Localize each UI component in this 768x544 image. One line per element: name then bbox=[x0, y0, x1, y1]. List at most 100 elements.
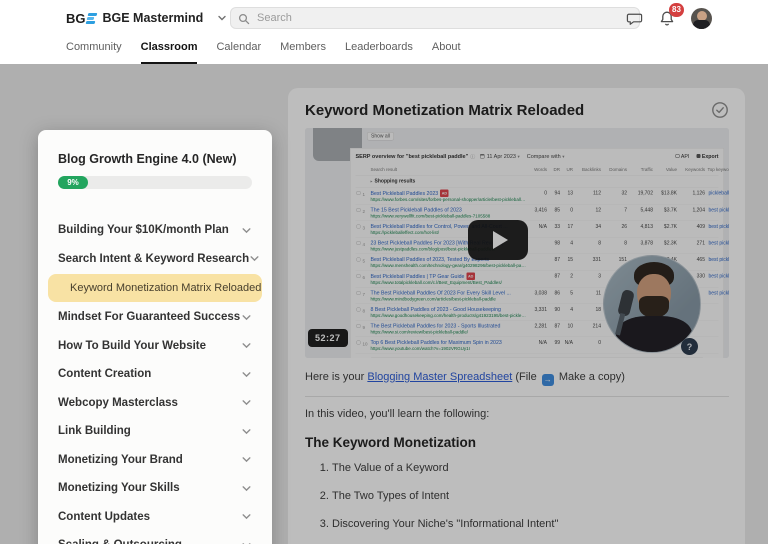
course-section-row[interactable]: Link Building bbox=[58, 417, 252, 446]
arrow-right-icon: → bbox=[541, 373, 554, 386]
video-player[interactable]: Show all SERP overview for "best pickleb… bbox=[305, 128, 729, 358]
serp-header: SERP overview for "best pickleball paddl… bbox=[355, 153, 719, 161]
serp-column-headers: Search result Words DR UR Backlinks Doma… bbox=[355, 165, 729, 176]
calendar-icon bbox=[480, 154, 485, 159]
course-sections: Building Your $10K/month Plan Search Int… bbox=[48, 216, 262, 544]
course-sidebar: Blog Growth Engine 4.0 (New) 9% Building… bbox=[38, 130, 272, 544]
intro-line: In this video, you'll learn the followin… bbox=[305, 407, 490, 420]
api-icon bbox=[675, 153, 680, 158]
bge-logo: BG bbox=[66, 11, 97, 26]
api-button: API bbox=[675, 153, 689, 159]
course-section-row[interactable]: Webcopy Masterclass bbox=[58, 389, 252, 418]
ad-badge: AD bbox=[466, 272, 475, 280]
row-checkbox bbox=[356, 208, 361, 212]
course-section-row[interactable]: Building Your $10K/month Plan bbox=[58, 216, 252, 245]
chevron-down-icon bbox=[241, 225, 252, 236]
course-section-row[interactable]: Monetizing Your Skills bbox=[58, 474, 252, 503]
course-section-row[interactable]: Search Intent & Keyword Research bbox=[58, 245, 259, 274]
row-checkbox bbox=[356, 224, 361, 229]
top-bar: BG BGE Mastermind 83 bbox=[0, 0, 768, 36]
chevron-down-icon bbox=[241, 340, 252, 351]
check-circle-icon bbox=[712, 102, 728, 118]
search-icon bbox=[238, 12, 250, 30]
notifications-button[interactable]: 83 bbox=[659, 2, 684, 27]
chevron-down-icon bbox=[249, 253, 260, 264]
lesson-title: Keyword Monetization Matrix Reloaded bbox=[305, 101, 585, 119]
course-progress-bar: 9% bbox=[58, 176, 252, 189]
chat-bubble-icon bbox=[626, 13, 643, 25]
content-area: Keyword Monetization Matrix Reloaded Sho… bbox=[0, 64, 768, 544]
chevron-down-icon bbox=[241, 426, 252, 437]
learning-point: The Value of a Keyword bbox=[332, 462, 729, 474]
chevron-down-icon bbox=[217, 13, 227, 23]
row-checkbox bbox=[356, 291, 361, 295]
serp-result-row: 4 23 Best Pickleball Paddles For 2023 [W… bbox=[355, 238, 729, 254]
nav-tab[interactable]: Community bbox=[66, 41, 122, 64]
learning-point: Discovering Your Niche's "Informational … bbox=[332, 518, 729, 530]
show-all-chip: Show all bbox=[367, 132, 394, 141]
lesson-header: Keyword Monetization Matrix Reloaded bbox=[305, 101, 729, 119]
export-button: Export bbox=[696, 153, 719, 159]
ad-badge: AD bbox=[440, 189, 449, 197]
serp-group-row: ▸ Shopping results bbox=[355, 176, 719, 188]
row-checkbox bbox=[356, 241, 361, 245]
messages-button[interactable] bbox=[626, 10, 643, 27]
course-section-row[interactable]: Mindset For Guaranteed Success bbox=[58, 303, 252, 332]
serp-compare: Compare with ▾ bbox=[526, 153, 565, 160]
row-checkbox bbox=[356, 340, 361, 345]
user-avatar[interactable] bbox=[691, 7, 712, 29]
community-switcher[interactable]: BG BGE Mastermind bbox=[66, 11, 227, 26]
mark-complete-button[interactable] bbox=[711, 101, 729, 119]
row-checkbox bbox=[356, 257, 361, 262]
serp-actions: API Export bbox=[675, 153, 719, 159]
chevron-down-icon bbox=[241, 454, 252, 465]
nav-tab[interactable]: Members bbox=[280, 41, 326, 64]
divider bbox=[305, 395, 729, 397]
serp-title: SERP overview for "best pickleball paddl… bbox=[355, 153, 469, 160]
course-section-row[interactable]: How To Build Your Website bbox=[58, 332, 252, 361]
serp-date: 11 Apr 2023 ▾ bbox=[486, 153, 520, 160]
nav-tab[interactable]: Classroom bbox=[140, 41, 198, 64]
cropped-row-placeholder bbox=[370, 357, 704, 358]
logo-bars-icon bbox=[85, 12, 97, 24]
chevron-down-icon bbox=[241, 483, 252, 494]
info-icon: ⓘ bbox=[470, 154, 476, 161]
chevron-down-icon bbox=[241, 511, 252, 522]
serp-result-row: 2 The 15 Best Pickleball Paddles of 2023… bbox=[355, 205, 729, 221]
presenter-beard bbox=[639, 296, 669, 318]
nav-tab[interactable]: About bbox=[432, 41, 461, 64]
row-checkbox bbox=[356, 274, 361, 278]
lesson-card: Keyword Monetization Matrix Reloaded Sho… bbox=[288, 88, 745, 544]
community-name: BGE Mastermind bbox=[102, 11, 204, 25]
spreadsheet-link[interactable]: Blogging Master Spreadsheet bbox=[367, 371, 512, 383]
nav-tab[interactable]: Calendar bbox=[216, 41, 261, 64]
video-duration: 52:27 bbox=[308, 329, 348, 347]
learning-points-list: The Value of a Keyword The Two Types of … bbox=[305, 462, 729, 544]
course-title: Blog Growth Engine 4.0 (New) bbox=[58, 152, 237, 166]
microphone bbox=[617, 288, 635, 318]
search-input[interactable] bbox=[230, 7, 640, 29]
app-window: BG BGE Mastermind 83 bbox=[0, 0, 768, 544]
course-section-row[interactable]: Monetizing Your Brand bbox=[58, 446, 252, 475]
course-section-row[interactable]: Content Creation bbox=[58, 360, 252, 389]
chevron-down-icon bbox=[241, 540, 252, 544]
course-section-row[interactable]: Scaling & Outsourcing bbox=[58, 531, 252, 544]
row-checkbox bbox=[356, 307, 361, 312]
topbar-actions: 83 bbox=[626, 0, 712, 36]
export-icon bbox=[696, 153, 701, 158]
chevron-down-icon bbox=[241, 312, 252, 323]
serp-result-row: 3 Best Pickleball Paddles for Control, P… bbox=[355, 221, 729, 238]
search-bar bbox=[230, 7, 640, 29]
nav-tab[interactable]: Leaderboards bbox=[345, 41, 413, 64]
row-checkbox bbox=[356, 191, 361, 195]
course-section-row[interactable]: Content Updates bbox=[58, 503, 252, 532]
course-section-row[interactable]: Keyword Monetization Matrix Reloaded bbox=[48, 274, 262, 302]
section-heading: The Keyword Monetization bbox=[305, 434, 477, 450]
progress-percent-badge: 9% bbox=[58, 176, 88, 189]
main-nav: Community Classroom Calendar Members Lea… bbox=[0, 36, 768, 64]
play-button[interactable] bbox=[468, 220, 528, 260]
chevron-down-icon bbox=[241, 369, 252, 380]
chevron-down-icon bbox=[241, 397, 252, 408]
help-widget-button: ? bbox=[681, 338, 698, 355]
serp-result-row: 1 Best Pickleball Paddles 2023 AD https:/… bbox=[355, 188, 729, 205]
